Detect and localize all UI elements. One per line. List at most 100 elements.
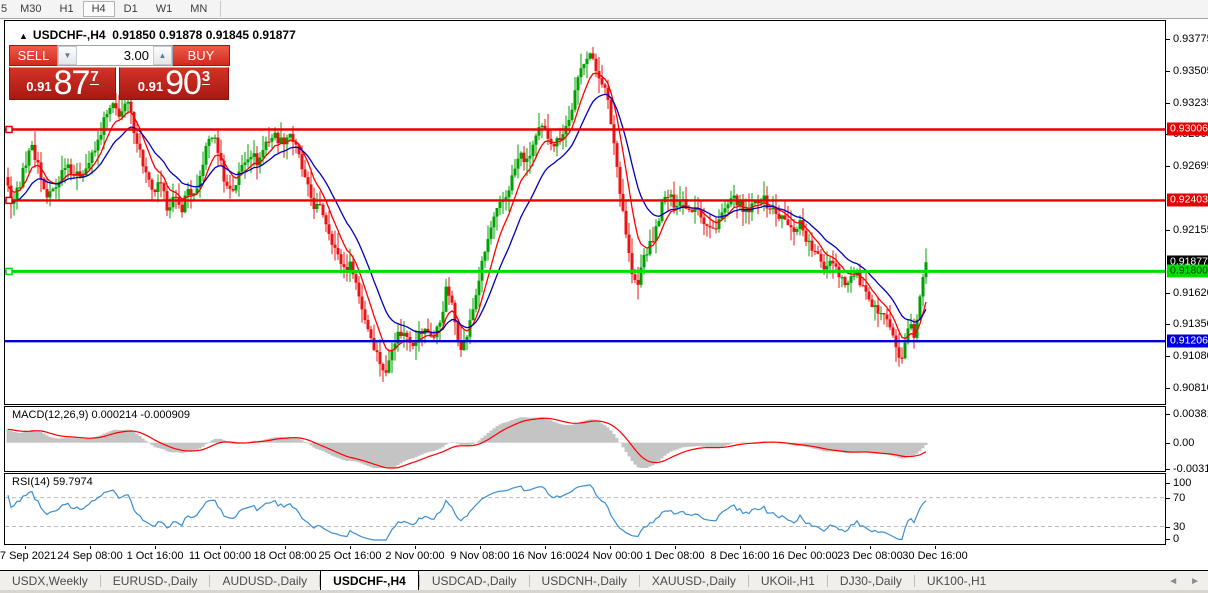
price-axis[interactable]: 0.937750.935050.932350.929650.926950.921… <box>1166 20 1208 546</box>
buy-button[interactable]: BUY <box>173 45 230 66</box>
time-label: 8 Dec 16:00 <box>710 550 770 562</box>
time-label: 24 Sep 08:00 <box>57 550 123 562</box>
time-tick <box>90 546 91 549</box>
time-tick <box>220 546 221 549</box>
time-tick <box>480 546 481 549</box>
time-tick <box>285 546 286 549</box>
tab-scroll-left-icon[interactable]: ◄ <box>1168 576 1178 587</box>
rsi-axis-label: 100 <box>1173 477 1192 489</box>
time-label: 1 Oct 16:00 <box>126 550 184 562</box>
timeframe-toolbar: 5 M30 H1 H4 D1 W1 MN <box>0 0 1208 19</box>
timeframe-button-w1[interactable]: W1 <box>147 1 182 17</box>
time-label: 9 Nov 08:00 <box>450 550 510 562</box>
price-tick <box>1166 292 1170 294</box>
time-label: 24 Nov 00:00 <box>577 550 643 562</box>
volume-input[interactable]: 3.00 <box>77 46 153 65</box>
time-label: 23 Dec 08:00 <box>837 550 903 562</box>
macd-indicator-panel[interactable]: MACD(12,26,9) 0.000214 -0.000909 <box>4 406 1166 472</box>
buy-price-pip-digit: 3 <box>201 68 211 85</box>
price-label: 0.91080 <box>1173 350 1208 363</box>
macd-axis-label: -0.003115 <box>1173 463 1208 475</box>
rsi-label: RSI(14) 59.7974 <box>12 476 93 488</box>
time-tick <box>155 546 156 549</box>
price-level-badge: 0.93006 <box>1167 122 1208 136</box>
rsi-tick <box>1166 538 1170 540</box>
time-axis[interactable]: 17 Sep 2021 24 Sep 08:00 1 Oct 16:00 11 Oct… <box>0 546 1166 570</box>
time-tick <box>740 546 741 549</box>
time-label: 17 Sep 2021 <box>0 550 57 562</box>
timeframe-button-h1[interactable]: H1 <box>51 1 83 17</box>
line-anchor-marker <box>5 267 13 276</box>
chart-tab-xauusd-daily[interactable]: XAUUSD-,Daily <box>640 571 748 591</box>
price-tick <box>1166 102 1170 104</box>
macd-tick <box>1166 442 1170 444</box>
time-tick <box>805 546 806 549</box>
chart-tab-usdcad-daily[interactable]: USDCAD-,Daily <box>420 571 529 591</box>
timeframe-button-h4[interactable]: H4 <box>82 1 115 17</box>
timeframe-button-5[interactable]: 5 <box>0 1 11 17</box>
price-label: 0.93775 <box>1173 33 1208 45</box>
time-tick <box>870 546 871 549</box>
macd-label: MACD(12,26,9) 0.000214 -0.000909 <box>12 409 190 421</box>
one-click-trading-panel: SELL ▼ 3.00 ▲ BUY 0.91 87 7 0.91 90 3 <box>9 45 230 100</box>
buy-price-big-digits: 90 <box>165 64 202 102</box>
time-tick <box>350 546 351 549</box>
volume-decrease-icon[interactable]: ▼ <box>58 46 77 65</box>
chart-symbol-title: USDCHF-,H4 <box>32 28 106 42</box>
main-chart-panel[interactable]: ▲ USDCHF-,H4 0.91850 0.91878 0.91845 0.91… <box>4 20 1166 405</box>
chart-tab-uk100-h1[interactable]: UK100-,H1 <box>915 571 998 591</box>
macd-axis-label: 0.003811 <box>1173 408 1208 420</box>
collapse-triangle-icon[interactable]: ▲ <box>19 31 28 41</box>
sell-price-prefix: 0.91 <box>26 79 52 94</box>
price-tick <box>1166 166 1170 168</box>
time-label: 18 Oct 08:00 <box>253 550 317 562</box>
rsi-tick <box>1166 483 1170 484</box>
time-tick <box>545 546 546 549</box>
rsi-chart[interactable] <box>5 474 1165 544</box>
rsi-indicator-panel[interactable]: RSI(14) 59.7974 <box>4 473 1166 545</box>
line-anchor-marker <box>5 196 13 205</box>
sell-price-display[interactable]: 0.91 87 7 <box>9 66 116 100</box>
chart-tab-usdx-weekly[interactable]: USDX,Weekly <box>0 571 100 591</box>
sell-price-pip-digit: 7 <box>90 68 99 85</box>
chart-tab-eurusd-daily[interactable]: EURUSD-,Daily <box>101 571 210 591</box>
price-label: 0.91350 <box>1173 318 1208 331</box>
timeframe-button-mn[interactable]: MN <box>181 1 216 17</box>
chart-tab-audusd-daily[interactable]: AUDUSD-,Daily <box>210 571 319 591</box>
line-anchor-marker <box>5 125 13 134</box>
chart-tabs: USDX,Weekly EURUSD-,Daily AUDUSD-,Daily USD… <box>0 570 998 591</box>
macd-histogram <box>6 417 928 468</box>
price-tick <box>1166 70 1170 72</box>
rsi-axis-label: 30 <box>1173 520 1186 533</box>
volume-spinner: ▼ 3.00 ▲ <box>57 45 173 66</box>
time-tick <box>935 546 936 549</box>
time-label: 16 Dec 00:00 <box>772 550 838 562</box>
rsi-axis-label: 70 <box>1173 491 1186 504</box>
chart-tab-usdchf-h4[interactable]: USDCHF-,H4 <box>320 570 419 591</box>
time-tick <box>415 546 416 549</box>
tab-scroll-arrows: ◄ ► <box>1168 571 1208 591</box>
price-label: 0.92155 <box>1173 223 1208 236</box>
buy-price-display[interactable]: 0.91 90 3 <box>119 64 229 102</box>
macd-tick <box>1166 469 1170 470</box>
chart-tab-usdcnh-daily[interactable]: USDCNH-,Daily <box>530 571 639 591</box>
sell-button[interactable]: SELL <box>9 45 57 66</box>
price-level-badge: 0.92403 <box>1167 193 1208 207</box>
tab-scroll-right-icon[interactable]: ► <box>1190 576 1200 587</box>
price-level-badge: 0.91800 <box>1167 264 1208 278</box>
chart-tab-ukoil-h1[interactable]: UKOil-,H1 <box>749 571 827 591</box>
trading-platform-window: 5 M30 H1 H4 D1 W1 MN ▲ USDCHF-,H4 0.91850 0.918… <box>0 0 1208 593</box>
timeframe-button-m30[interactable]: M30 <box>11 1 50 17</box>
chart-tab-bar: USDX,Weekly EURUSD-,Daily AUDUSD-,Daily USD… <box>0 570 1208 591</box>
price-tick <box>1166 356 1170 358</box>
volume-increase-icon[interactable]: ▲ <box>153 46 172 65</box>
timeframe-button-d1[interactable]: D1 <box>115 1 147 17</box>
time-tick <box>25 546 26 549</box>
price-level-badge: 0.91206 <box>1167 334 1208 348</box>
chart-tab-dj30-daily[interactable]: DJ30-,Daily <box>828 571 914 591</box>
time-label: 2 Nov 00:00 <box>385 550 445 562</box>
time-tick <box>675 546 676 549</box>
price-label: 0.90810 <box>1173 381 1208 394</box>
rsi-axis-label: 0 <box>1173 532 1180 545</box>
chart-ohlc-values: 0.91850 0.91878 0.91845 0.91877 <box>112 28 296 42</box>
